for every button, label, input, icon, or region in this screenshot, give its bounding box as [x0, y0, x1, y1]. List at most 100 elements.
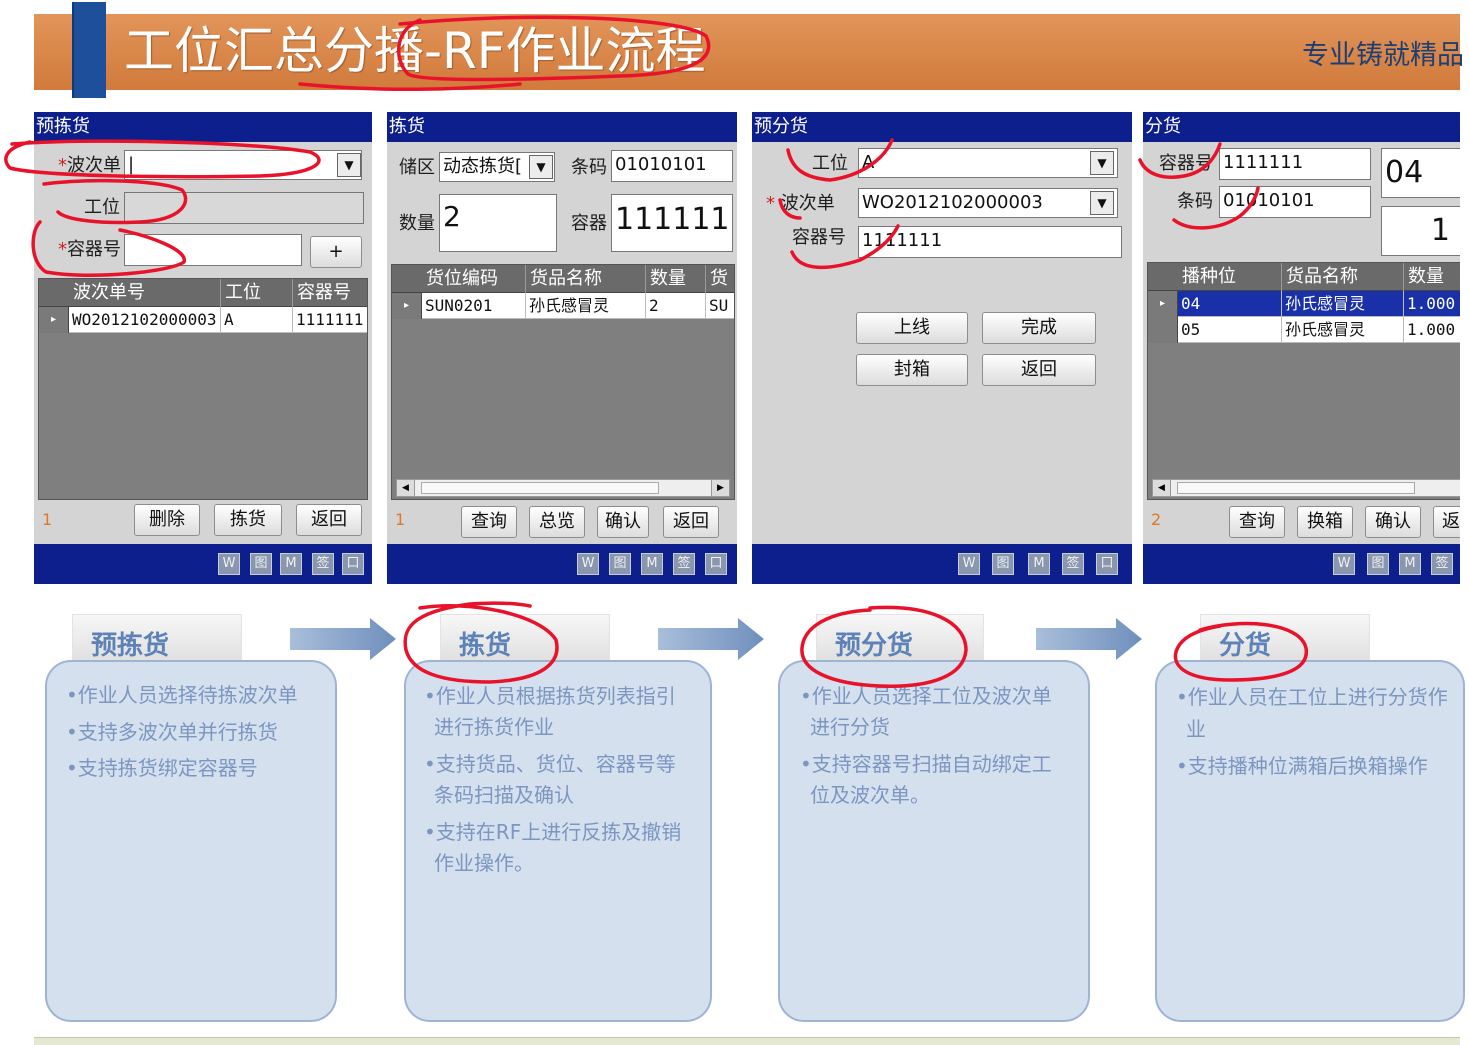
change-box-button[interactable]: 换箱	[1297, 506, 1353, 538]
row-selector[interactable]: ▸	[39, 307, 69, 333]
word-icon[interactable]: W	[958, 553, 980, 575]
rf-footer: W 图 M 签	[1143, 544, 1460, 584]
back-button[interactable]: 返回	[296, 504, 362, 536]
grid-header-cell[interactable]: 货	[706, 265, 734, 293]
barcode-input[interactable]: 01010101	[611, 150, 733, 182]
flow-arrow-icon	[290, 618, 396, 660]
sign-icon[interactable]: 签	[1431, 553, 1453, 575]
complete-button[interactable]: 完成	[982, 312, 1096, 344]
confirm-button[interactable]: 确认	[1365, 506, 1421, 538]
grid-header-cell[interactable]: 货位编码	[422, 265, 526, 293]
step-line: 作业操作。	[434, 851, 534, 875]
mail-icon[interactable]: M	[280, 553, 302, 575]
qty-input[interactable]: 2	[439, 194, 557, 252]
screen-title-bar: 预分货	[752, 112, 1132, 142]
wave-input[interactable]: |	[124, 150, 362, 180]
barcode-input[interactable]: 01010101	[1219, 186, 1371, 218]
rf-screen-pick: 拣货 储区 动态拣货[ ▼ 条码 01010101 数量 2 容器 111111…	[387, 112, 737, 584]
window-icon[interactable]: 口	[1096, 553, 1118, 575]
wave-dropdown-button[interactable]: ▼	[337, 153, 361, 177]
step-line: •支持多波次单并行拣货	[66, 720, 278, 744]
step-line: 进行分货	[810, 715, 890, 739]
grid-header-cell[interactable]: 容器号	[293, 279, 367, 307]
grid-header-cell[interactable]: 数量	[1404, 263, 1460, 291]
grid-header-cell[interactable]: 货品名称	[526, 265, 646, 293]
scroll-left-icon[interactable]: ◀	[397, 480, 415, 496]
row-selector[interactable]	[1148, 317, 1178, 343]
word-icon[interactable]: W	[218, 553, 240, 575]
station-field	[124, 192, 364, 224]
wave-select[interactable]: WO2012102000003	[858, 188, 1118, 218]
horizontal-scrollbar[interactable]: ◀ ▶	[396, 479, 730, 497]
window-icon[interactable]: 口	[705, 553, 727, 575]
wave-dropdown-button[interactable]: ▼	[1090, 191, 1114, 215]
zone-dropdown-button[interactable]: ▼	[529, 155, 553, 179]
online-button[interactable]: 上线	[856, 312, 968, 344]
back-button[interactable]: 返	[1433, 506, 1460, 538]
grid-cell: 2	[646, 293, 706, 319]
mail-icon[interactable]: M	[1028, 553, 1050, 575]
container-input[interactable]	[124, 234, 302, 266]
image-icon[interactable]: 图	[250, 553, 272, 575]
pick-list-grid: 货位编码 货品名称 数量 货 ▸ SUN0201 孙氏感冒灵 2 SU ◀ ▶	[391, 264, 735, 500]
station-select[interactable]: A	[858, 148, 1118, 178]
container-input[interactable]: 1111111	[611, 194, 733, 252]
container-input[interactable]: 1111111	[1219, 148, 1371, 180]
station-label: 工位	[812, 153, 848, 174]
back-button[interactable]: 返回	[663, 506, 719, 538]
row-selector[interactable]: ▸	[392, 293, 422, 319]
word-icon[interactable]: W	[577, 553, 599, 575]
grid-cell: 04	[1178, 291, 1282, 317]
step-line: •支持拣货绑定容器号	[66, 756, 258, 780]
record-count: 2	[1151, 510, 1162, 529]
step-line: •作业人员选择待拣波次单	[66, 683, 298, 707]
container-input[interactable]: 1111111	[858, 226, 1122, 258]
step-card-prepick	[45, 660, 337, 1022]
grid-header-cell[interactable]: 工位	[221, 279, 293, 307]
horizontal-scrollbar[interactable]: ◀	[1152, 479, 1460, 497]
add-container-button[interactable]: +	[310, 236, 362, 268]
row-selector[interactable]: ▸	[1148, 291, 1178, 317]
grid-header-cell[interactable]: 数量	[646, 265, 706, 293]
query-button[interactable]: 查询	[461, 506, 517, 538]
grid-cell: 05	[1178, 317, 1282, 343]
mail-icon[interactable]: M	[1399, 553, 1421, 575]
image-icon[interactable]: 图	[992, 553, 1014, 575]
step-line: •支持在RF上进行反拣及撤销	[424, 820, 682, 844]
scroll-left-icon[interactable]: ◀	[1153, 480, 1171, 496]
grid-header-cell[interactable]: 波次单号	[69, 279, 221, 307]
distribute-grid: 播种位 货品名称 数量 ▸ 04 孙氏感冒灵 1.000 05 孙氏感冒灵 1.…	[1147, 262, 1460, 500]
step-line: •作业人员在工位上进行分货作	[1176, 685, 1448, 709]
grid-header-cell[interactable]: 播种位	[1178, 263, 1282, 291]
grid-header: 货位编码 货品名称 数量 货	[392, 265, 734, 293]
flow-arrow-icon	[1036, 618, 1142, 660]
delete-button[interactable]: 删除	[134, 504, 200, 536]
station-dropdown-button[interactable]: ▼	[1090, 151, 1114, 175]
screen-title-bar: 分货	[1143, 112, 1460, 142]
scroll-right-icon[interactable]: ▶	[711, 480, 729, 496]
image-icon[interactable]: 图	[1367, 553, 1389, 575]
back-button[interactable]: 返回	[982, 354, 1096, 386]
sign-icon[interactable]: 签	[312, 553, 334, 575]
scroll-thumb[interactable]	[421, 482, 659, 494]
word-icon[interactable]: W	[1333, 553, 1355, 575]
sign-icon[interactable]: 签	[673, 553, 695, 575]
quantity-display: 1	[1381, 206, 1460, 256]
overview-button[interactable]: 总览	[529, 506, 585, 538]
seal-box-button[interactable]: 封箱	[856, 354, 968, 386]
sign-icon[interactable]: 签	[1062, 553, 1084, 575]
screen-title-bar: 预拣货	[34, 112, 372, 142]
window-icon[interactable]: 口	[342, 553, 364, 575]
pick-button[interactable]: 拣货	[214, 504, 282, 536]
grid-header-cell[interactable]: 货品名称	[1282, 263, 1404, 291]
query-button[interactable]: 查询	[1229, 506, 1285, 538]
grid-cell: SUN0201	[422, 293, 526, 319]
mail-icon[interactable]: M	[641, 553, 663, 575]
step-line: •作业人员根据拣货列表指引	[424, 684, 676, 708]
confirm-button[interactable]: 确认	[597, 506, 649, 538]
scroll-thumb[interactable]	[1177, 482, 1415, 494]
image-icon[interactable]: 图	[609, 553, 631, 575]
grid-header: 播种位 货品名称 数量	[1148, 263, 1460, 291]
zone-label: 储区	[399, 157, 435, 178]
station-label: 工位	[84, 197, 120, 218]
